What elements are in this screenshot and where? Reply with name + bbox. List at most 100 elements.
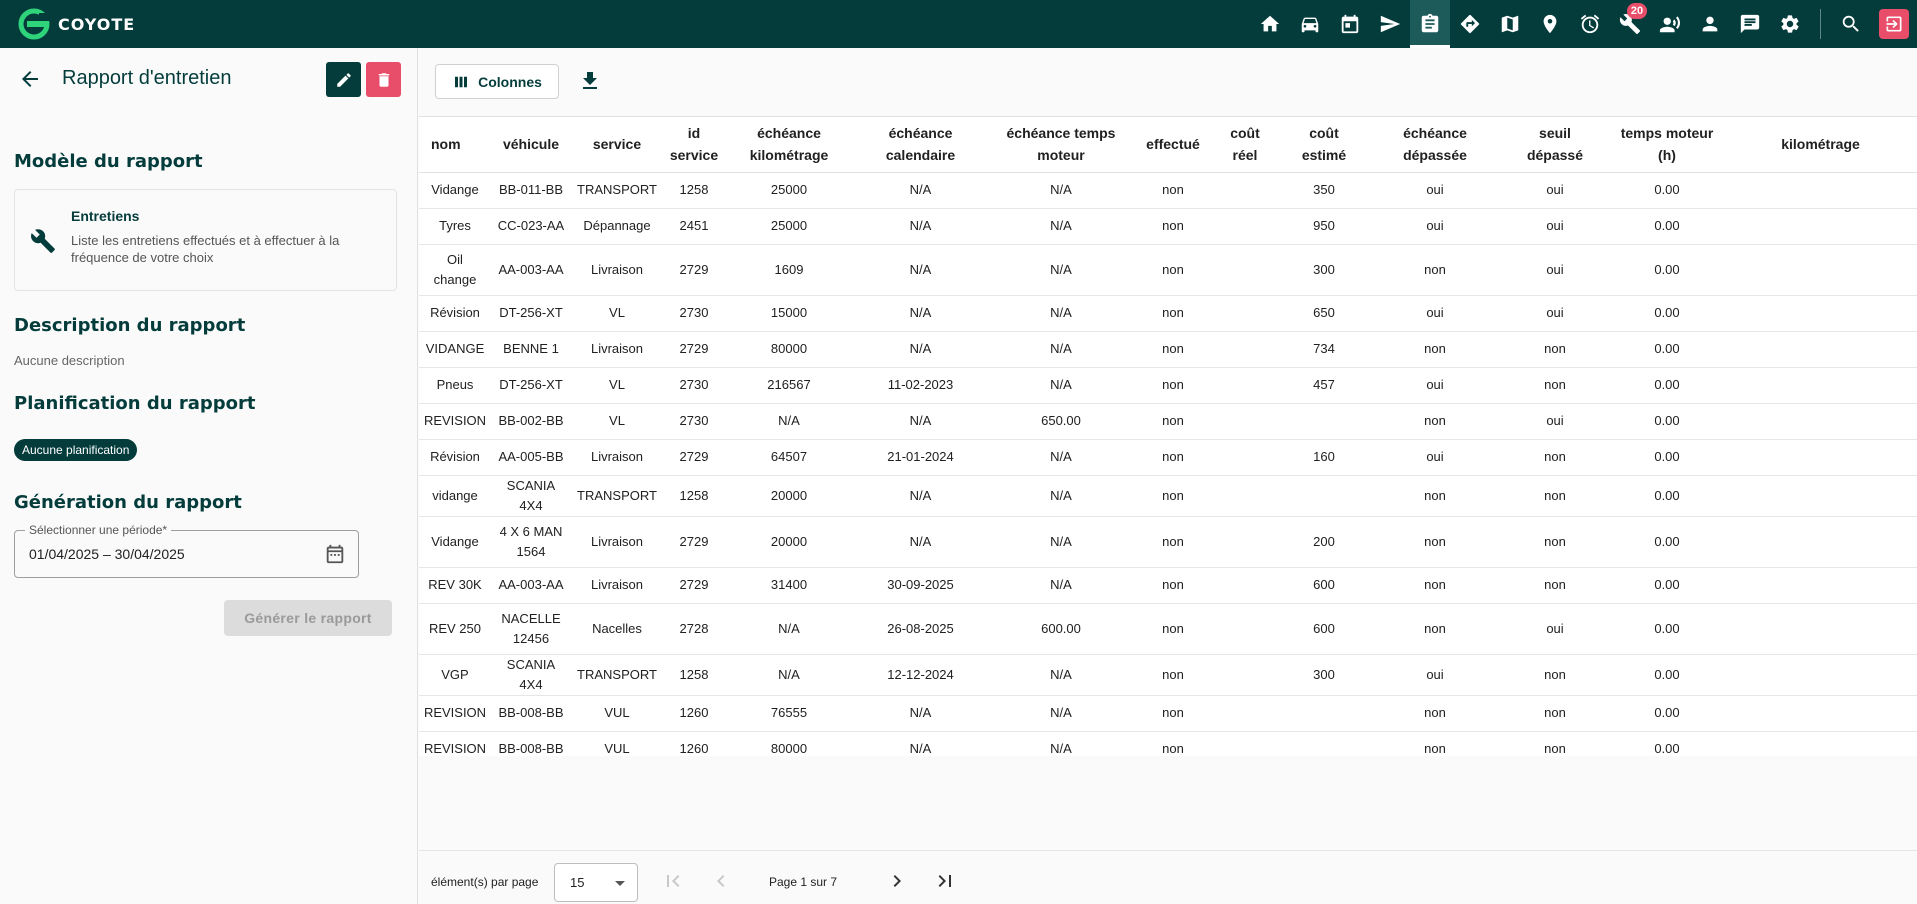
table-row[interactable]: REV 30K AA-003-AA Livraison 2729 31400 30-09-… (419, 567, 1917, 604)
edit-button[interactable] (326, 62, 361, 97)
table-cell: Livraison (571, 244, 663, 296)
nav-directions[interactable] (1450, 0, 1490, 48)
previous-page-button[interactable] (709, 869, 733, 893)
calendar-picker-icon[interactable] (324, 543, 346, 565)
table-row[interactable]: REVISION BB-002-BB VL 2730 N/A N/A 650.00 non no… (419, 403, 1917, 440)
nav-home[interactable] (1250, 0, 1290, 48)
column-header[interactable]: échéance calendaire (853, 117, 988, 173)
home-icon (1260, 15, 1280, 32)
logout-button[interactable] (1879, 9, 1909, 39)
table-cell: oui (1370, 367, 1500, 404)
table-cell: SCANIA 4X4 (491, 654, 571, 696)
table-cell: oui (1500, 244, 1610, 296)
table-cell: oui (1500, 603, 1610, 655)
nav-search[interactable] (1831, 0, 1871, 48)
column-header[interactable]: coût estimé (1278, 117, 1370, 173)
column-header[interactable]: seuil dépassé (1500, 117, 1610, 173)
table-cell: NACELLE 12456 (491, 603, 571, 655)
table-row[interactable]: Tyres CC-023-AA Dépannage 2451 25000 N/A N/A no… (419, 208, 1917, 245)
table-cell: non (1500, 331, 1610, 368)
nav-map[interactable] (1490, 0, 1530, 48)
nav-drivers[interactable] (1650, 0, 1690, 48)
table-cell: 0.00 (1610, 731, 1724, 756)
table-cell: N/A (988, 208, 1134, 245)
table-cell: 1609 (725, 244, 853, 296)
back-button[interactable] (18, 67, 42, 91)
table-row[interactable]: REV 250 NACELLE 12456 Nacelles 2728 N/A 26-08-… (419, 603, 1917, 655)
table-cell: 300 (1278, 244, 1370, 296)
column-header[interactable]: coût réel (1212, 117, 1278, 173)
first-page-button[interactable] (661, 869, 685, 893)
nav-settings[interactable] (1770, 0, 1810, 48)
table-cell: 1258 (663, 475, 725, 517)
table-cell: 1260 (663, 731, 725, 756)
table-cell (1212, 295, 1278, 332)
table-cell: 2730 (663, 295, 725, 332)
driver-icon (1659, 16, 1681, 33)
table-row[interactable]: Pneus DT-256-XT VL 2730 216567 11-02-2023 N/A n… (419, 367, 1917, 404)
maintenance-table: nom véhicule service id service échéance kilom… (419, 116, 1917, 756)
period-field[interactable]: Sélectionner une période* 01/04/2025 – 3… (14, 523, 359, 578)
nav-messages[interactable] (1730, 0, 1770, 48)
table-cell: 2729 (663, 567, 725, 604)
table-cell: non (1500, 367, 1610, 404)
nav-vehicles[interactable] (1290, 0, 1330, 48)
table-cell: 2730 (663, 403, 725, 440)
per-page-select[interactable]: 15 (554, 863, 638, 902)
table-row[interactable]: Oil change AA-003-AA Livraison 2729 1609 N/A N/… (419, 244, 1917, 296)
table-cell: oui (1500, 208, 1610, 245)
table-row[interactable]: Vidange BB-011-BB TRANSPORT 1258 25000 N/A N/A… (419, 172, 1917, 209)
column-header[interactable]: échéance kilométrage (725, 117, 853, 173)
table-cell: 31400 (725, 567, 853, 604)
column-header[interactable]: nom (419, 117, 491, 173)
column-header[interactable]: échéance temps moteur (988, 117, 1134, 173)
table-row[interactable]: REVISION BB-008-BB VUL 1260 80000 N/A N/A non no… (419, 731, 1917, 756)
table-cell: non (1134, 295, 1212, 332)
table-cell: non (1134, 172, 1212, 209)
nav-calendar[interactable] (1330, 0, 1370, 48)
table-cell (1212, 244, 1278, 296)
nav-reports[interactable] (1410, 0, 1450, 48)
table-cell (1724, 295, 1917, 332)
table-row[interactable]: vidange SCANIA 4X4 TRANSPORT 1258 20000 N/A N/… (419, 475, 1917, 517)
table-cell: non (1134, 603, 1212, 655)
last-page-button[interactable] (933, 869, 957, 893)
table-cell: VL (571, 367, 663, 404)
table-cell: Livraison (571, 331, 663, 368)
column-header[interactable]: véhicule (491, 117, 571, 173)
column-header[interactable]: kilométrage (1724, 117, 1917, 173)
table-row[interactable]: Vidange 4 X 6 MAN 1564 Livraison 2729 20000 N/… (419, 516, 1917, 568)
logo[interactable]: COYOTE (14, 0, 135, 48)
generate-report-button[interactable]: Générer le rapport (224, 600, 392, 636)
download-button[interactable] (578, 69, 602, 93)
table-cell (1278, 403, 1370, 440)
table-cell (1724, 244, 1917, 296)
column-header[interactable]: id service (663, 117, 725, 173)
column-header[interactable]: échéance dépassée (1370, 117, 1500, 173)
column-header[interactable]: service (571, 117, 663, 173)
columns-button[interactable]: Colonnes (435, 64, 559, 99)
nav-account[interactable] (1690, 0, 1730, 48)
delete-button[interactable] (366, 62, 401, 97)
nav-location[interactable] (1530, 0, 1570, 48)
nav-maintenance[interactable]: 20 (1610, 0, 1650, 48)
table-cell: non (1370, 603, 1500, 655)
nav-alarm[interactable] (1570, 0, 1610, 48)
table-row[interactable]: VIDANGE BENNE 1 Livraison 2729 80000 N/A N/A no… (419, 331, 1917, 368)
column-header[interactable]: effectué (1134, 117, 1212, 173)
table-row[interactable]: Révision DT-256-XT VL 2730 15000 N/A N/A non 650… (419, 295, 1917, 332)
clipboard-icon (1421, 13, 1439, 33)
table-row[interactable]: Révision AA-005-BB Livraison 2729 64507 21-01… (419, 439, 1917, 476)
nav-send[interactable] (1370, 0, 1410, 48)
column-header[interactable]: temps moteur (h) (1610, 117, 1724, 173)
table-cell: TRANSPORT (571, 654, 663, 696)
description-value: Aucune description (14, 353, 125, 368)
table-cell: non (1500, 516, 1610, 568)
table-cell: Livraison (571, 439, 663, 476)
table-cell: N/A (988, 295, 1134, 332)
next-page-button[interactable] (885, 869, 909, 893)
table-cell: 25000 (725, 172, 853, 209)
table-row[interactable]: REVISION BB-008-BB VUL 1260 76555 N/A N/A non no… (419, 695, 1917, 732)
table-cell (1212, 331, 1278, 368)
table-row[interactable]: VGP SCANIA 4X4 TRANSPORT 1258 N/A 12-12-2024 N… (419, 654, 1917, 696)
